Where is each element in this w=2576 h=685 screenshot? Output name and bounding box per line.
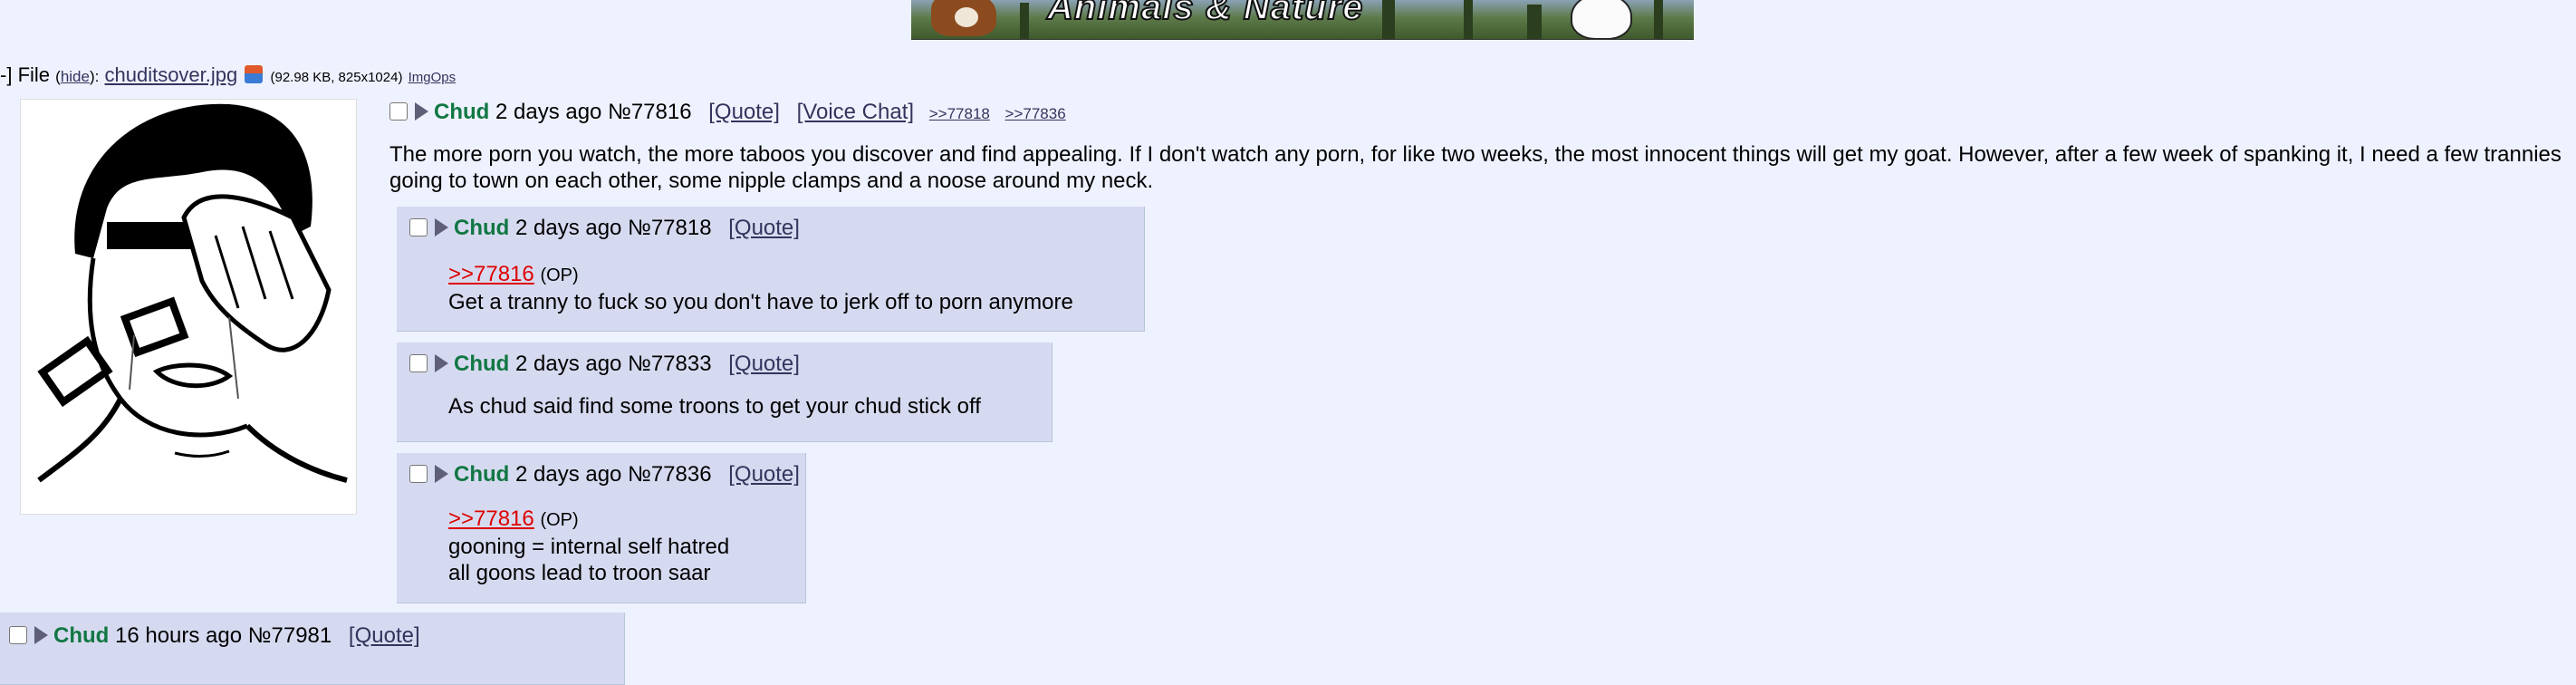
file-info: -] File (hide): chuditsover.jpg (92.98 K… (0, 63, 456, 87)
reply-header: Chud 16 hours ago №77981 [Quote] (9, 623, 420, 649)
poster-name: Chud (454, 462, 510, 487)
reply-line: gooning = internal self hatred (448, 535, 730, 559)
poster-name: Chud (454, 216, 510, 240)
post-time: 16 hours ago (114, 623, 243, 648)
post-number[interactable]: №77836 (628, 462, 711, 487)
quote-link[interactable]: [Quote] (708, 100, 780, 124)
reply-post: Chud 2 days ago №77833 [Quote] As chud s… (397, 342, 1053, 442)
post-menu-triangle-icon[interactable] (435, 218, 448, 236)
reply-header: Chud 2 days ago №77833 [Quote] (409, 352, 800, 377)
post-number[interactable]: №77833 (628, 352, 711, 376)
reply-header: Chud 2 days ago №77818 [Quote] (409, 216, 800, 241)
quote-link[interactable]: [Quote] (728, 462, 800, 487)
reply-line: As chud said find some troons to get you… (448, 394, 981, 419)
quotelink[interactable]: >>77816 (448, 507, 534, 531)
reply-message: As chud said find some troons to get you… (448, 393, 981, 420)
banner-tree (1464, 0, 1473, 39)
reply-post: Chud 16 hours ago №77981 [Quote] (0, 613, 625, 685)
post-menu-triangle-icon[interactable] (415, 102, 428, 121)
post-number[interactable]: №77818 (628, 216, 711, 240)
quote-link[interactable]: [Quote] (728, 352, 800, 376)
poster-name: Chud (454, 352, 510, 376)
reply-header: Chud 2 days ago №77836 [Quote] (409, 462, 800, 487)
banner-tree (1527, 5, 1542, 39)
poster-name: Chud (53, 623, 110, 648)
quotelink[interactable]: >>77816 (448, 262, 534, 286)
quote-link[interactable]: [Quote] (349, 623, 420, 648)
collapse-toggle[interactable]: -] (0, 63, 12, 86)
post-menu-triangle-icon[interactable] (435, 354, 448, 372)
banner-title: Animals & Nature (1046, 0, 1364, 28)
backlink[interactable]: >>77836 (1005, 105, 1066, 122)
reply-message: >>77816 (OP) gooning = internal self hat… (448, 506, 729, 586)
op-thumbnail-image[interactable] (20, 99, 357, 515)
banner-ghost-image (1571, 0, 1632, 39)
file-details: (92.98 KB, 825x1024) (270, 70, 403, 85)
hide-link[interactable]: hide (61, 68, 90, 85)
op-tag: (OP) (540, 265, 579, 285)
post-select-checkbox[interactable] (9, 626, 27, 644)
filename-link[interactable]: chuditsover.jpg (104, 63, 237, 86)
op-post-message: The more porn you watch, the more taboos… (389, 142, 2562, 193)
reply-post: Chud 2 days ago №77818 [Quote] >>77816 (… (397, 207, 1145, 332)
post-time: 2 days ago (514, 352, 622, 376)
crying-wojak-drawing (21, 100, 356, 514)
file-label: File (17, 63, 51, 86)
post-menu-triangle-icon[interactable] (34, 626, 48, 644)
backlink[interactable]: >>77818 (929, 105, 990, 122)
imgops-link[interactable]: ImgOps (409, 70, 457, 85)
reply-line: all goons lead to troon saar (448, 561, 711, 585)
post-menu-triangle-icon[interactable] (435, 465, 448, 483)
quote-link[interactable]: [Quote] (728, 216, 800, 240)
banner-squirrel-image (931, 0, 996, 36)
download-icon[interactable] (245, 65, 264, 83)
voice-chat-link[interactable]: [Voice Chat] (797, 100, 914, 124)
post-select-checkbox[interactable] (409, 354, 428, 372)
board-banner[interactable]: Animals & Nature (911, 0, 1694, 40)
post-select-checkbox[interactable] (409, 218, 428, 236)
post-select-checkbox[interactable] (409, 465, 428, 483)
reply-line: Get a tranny to fuck so you don't have t… (448, 290, 1073, 314)
poster-name: Chud (434, 100, 490, 124)
reply-message: >>77816 (OP) Get a tranny to fuck so you… (448, 261, 1073, 315)
op-tag: (OP) (540, 510, 579, 530)
post-time: 2 days ago (514, 216, 622, 240)
op-post-header: Chud 2 days ago №77816 [Quote] [Voice Ch… (389, 100, 1066, 125)
banner-tree (1382, 0, 1395, 39)
post-select-checkbox[interactable] (389, 102, 408, 121)
post-time: 2 days ago (495, 100, 602, 124)
post-time: 2 days ago (514, 462, 622, 487)
hide-paren-close: ): (89, 68, 100, 85)
banner-tree (1654, 0, 1663, 39)
post-number[interactable]: №77981 (248, 623, 332, 648)
reply-post: Chud 2 days ago №77836 [Quote] >>77816 (… (397, 453, 806, 603)
post-number[interactable]: №77816 (608, 100, 691, 124)
banner-tree (1020, 3, 1029, 39)
